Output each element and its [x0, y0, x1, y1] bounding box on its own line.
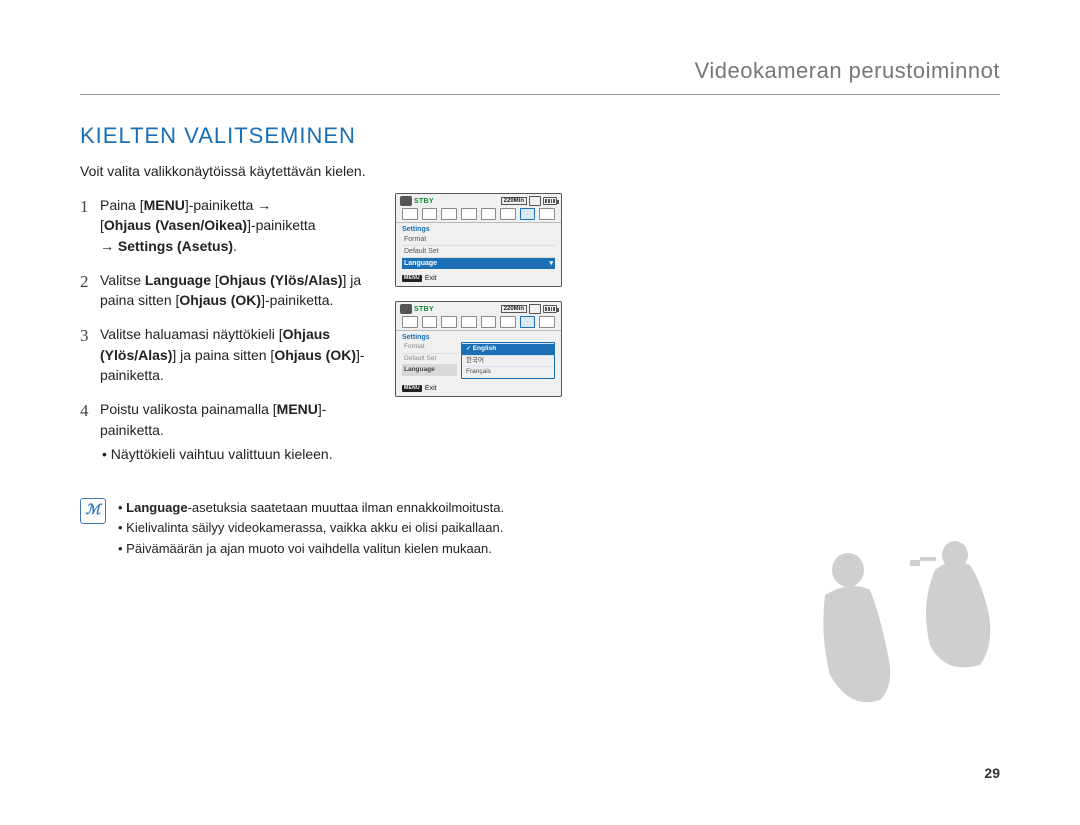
tab-bar	[396, 316, 561, 331]
step-number: 2	[80, 270, 100, 311]
step-number: 1	[80, 195, 100, 256]
step: 2 Valitse Language [Ohjaus (Ylös/Alas)] …	[80, 270, 375, 311]
section-intro: Voit valita valikkonäytöissä käytettävän…	[80, 163, 1000, 179]
menu-item-language: Language	[402, 364, 457, 376]
section-title: KIELTEN VALITSEMINEN	[80, 123, 1000, 149]
card-icon	[529, 196, 541, 206]
page-number: 29	[984, 765, 1000, 781]
lang-option-english-selected: English	[462, 343, 554, 355]
battery-icon	[543, 305, 557, 313]
tab-bar	[396, 208, 561, 223]
menu-chip-icon: MENU	[402, 385, 422, 392]
note-item: Päivämäärän ja ajan muoto voi vaihdella …	[116, 539, 504, 559]
lcd-screenshot-1: STBY 220Min Settings Format Default Set …	[395, 193, 562, 287]
lang-option-francais: Français	[462, 366, 554, 378]
menu-title: Settings	[396, 223, 561, 234]
camera-icon	[400, 196, 412, 206]
step: 1 Paina [MENU]-painiketta → [Ohjaus (Vas…	[80, 195, 375, 256]
lcd-screenshot-2: STBY 220Min Settings Format Default Set …	[395, 301, 562, 397]
step-sub-bullet: Näyttökieli vaihtuu valittuun kieleen.	[100, 444, 375, 464]
menu-title: Settings	[396, 331, 561, 342]
menu-item-format: Format	[402, 234, 555, 245]
lcd-illustrations: STBY 220Min Settings Format Default Set …	[395, 189, 562, 411]
note-icon: ℳ	[80, 498, 106, 524]
step-number: 3	[80, 324, 100, 385]
note-item: Language-asetuksia saatetaan muuttaa ilm…	[116, 498, 504, 518]
step: 3 Valitse haluamasi näyttökieli [Ohjaus …	[80, 324, 375, 385]
language-submenu: English 한국어 Français	[461, 342, 555, 379]
header-breadcrumb: Videokameran perustoiminnot	[80, 50, 1000, 95]
card-icon	[529, 304, 541, 314]
note-item: Kielivalinta säilyy videokamerassa, vaik…	[116, 518, 504, 538]
status-stby: STBY	[414, 306, 434, 313]
menu-chip-icon: MENU	[402, 275, 422, 282]
battery-icon	[543, 197, 557, 205]
step-list: 1 Paina [MENU]-painiketta → [Ohjaus (Vas…	[80, 189, 375, 478]
exit-label: Exit	[425, 385, 437, 392]
menu-item-default-set: Default Set	[402, 353, 457, 365]
step: 4 Poistu valikosta painamalla [MENU]-pai…	[80, 399, 375, 464]
status-stby: STBY	[414, 198, 434, 205]
people-silhouette-illustration	[770, 535, 1010, 715]
rec-time: 220Min	[501, 197, 527, 205]
camera-icon	[400, 304, 412, 314]
manual-page: Videokameran perustoiminnot KIELTEN VALI…	[0, 0, 1080, 825]
rec-time: 220Min	[501, 305, 527, 313]
menu-item-default-set: Default Set	[402, 245, 555, 257]
menu-item-language-selected: Language▾	[402, 257, 555, 269]
lang-option-korean: 한국어	[462, 355, 554, 367]
exit-label: Exit	[425, 275, 437, 282]
step-number: 4	[80, 399, 100, 464]
menu-item-format: Format	[402, 342, 457, 353]
